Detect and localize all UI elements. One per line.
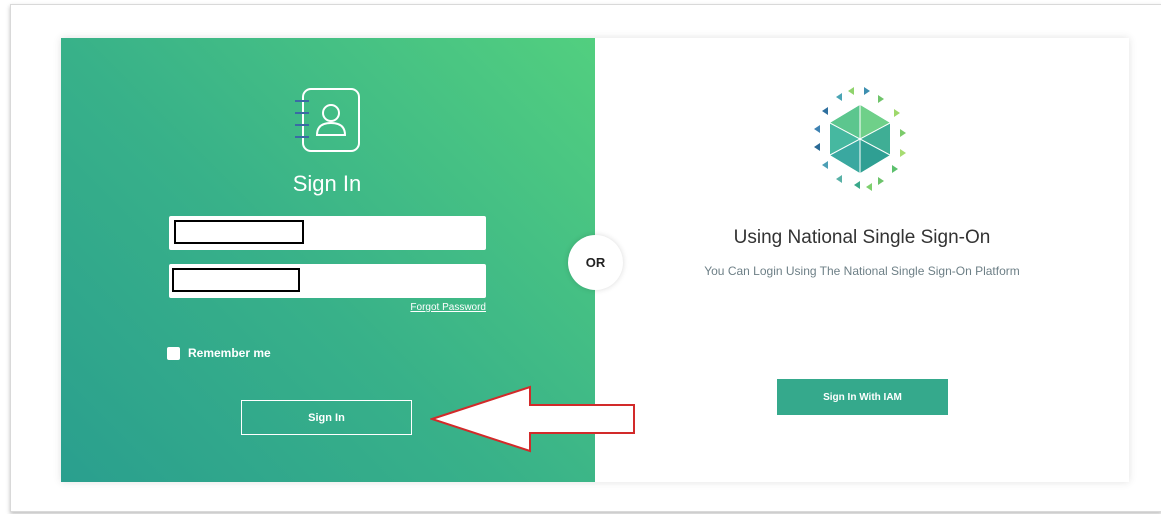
nsso-logo [814, 87, 906, 191]
or-label: OR [585, 255, 606, 270]
sign-in-with-iam-button[interactable]: Sign In With IAM [777, 379, 948, 415]
or-divider: OR [568, 235, 623, 290]
contact-book-icon [295, 88, 360, 152]
sign-in-title: Sign In [292, 171, 362, 196]
redaction-box-password [172, 268, 300, 292]
remember-me-option[interactable]: Remember me [167, 346, 271, 360]
red-arrow-annotation [430, 385, 635, 453]
forgot-password-link[interactable]: Forgot Password [380, 302, 486, 313]
sso-title: Using National Single Sign-On [733, 227, 991, 248]
redaction-box-username [174, 220, 304, 244]
remember-me-label: Remember me [188, 346, 271, 360]
sso-subtitle: You Can Login Using The National Single … [704, 264, 1020, 278]
remember-me-checkbox[interactable] [167, 346, 180, 360]
sign-in-button[interactable]: Sign In [241, 400, 412, 435]
